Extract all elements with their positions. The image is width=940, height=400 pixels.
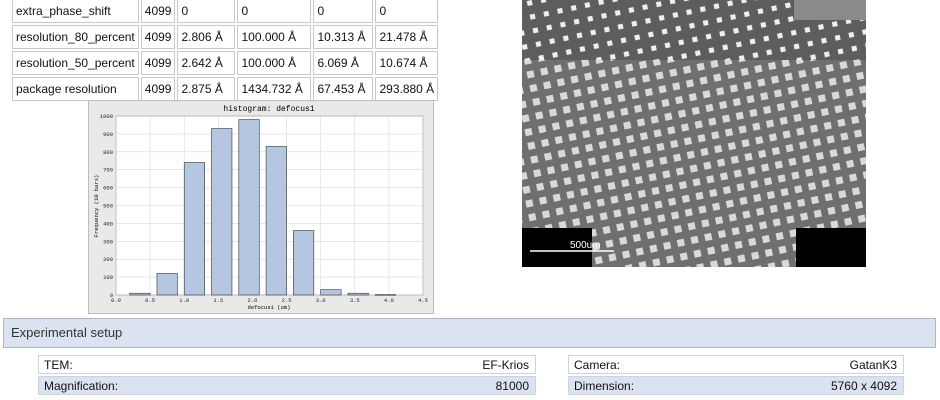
setup-label: Camera: <box>574 358 621 372</box>
row-max: 0 <box>237 0 312 23</box>
y-axis-label: Frequency (10 bars) <box>93 175 100 238</box>
row-mean: 67.453 Å <box>313 77 374 101</box>
y-tick-label: 100 <box>103 274 113 281</box>
x-tick-label: 3.5 <box>350 297 360 304</box>
y-tick-label: 1000 <box>100 113 113 120</box>
y-tick-label: 500 <box>103 203 113 210</box>
histogram-bar <box>238 119 260 296</box>
setup-value: EF-Krios <box>482 358 529 372</box>
setup-value: 81000 <box>495 379 529 393</box>
y-tick-label: 400 <box>103 220 113 227</box>
row-std: 10.674 Å <box>375 51 439 75</box>
row-count: 4099 <box>140 25 176 49</box>
y-tick-label: 900 <box>103 131 113 138</box>
histogram-bar <box>374 294 397 296</box>
setup-left-column: TEM: EF-Krios Magnification: 81000 <box>38 355 536 397</box>
setup-row: TEM: EF-Krios <box>38 355 536 374</box>
histogram-bar <box>320 289 342 296</box>
histogram-bar <box>129 292 151 296</box>
micrograph-svg: 500um <box>522 0 866 267</box>
y-tick-labels: 0 100 200 300 400 500 600 700 800 900 1000 <box>100 113 113 299</box>
x-tick-label: 4.5 <box>418 297 428 304</box>
section-header[interactable]: Experimental setup <box>3 318 936 348</box>
row-min: 2.642 Å <box>177 51 236 75</box>
histogram-bar <box>265 146 287 296</box>
chart-title: histogram: defocus1 <box>223 105 314 114</box>
row-max: 1434.732 Å <box>237 77 312 101</box>
y-tick-label: 200 <box>103 256 113 263</box>
histogram-svg: histogram: defocus1 defocus1 (um) Freque… <box>93 105 428 311</box>
row-min: 2.806 Å <box>177 25 236 49</box>
x-tick-label: 1.5 <box>213 297 223 304</box>
table-row: resolution_80_percent 4099 2.806 Å 100.0… <box>12 25 439 49</box>
x-tick-label: 2.5 <box>282 297 292 304</box>
row-min: 2.875 Å <box>177 77 236 101</box>
setup-row: Magnification: 81000 <box>38 376 536 395</box>
x-tick-label: 1.0 <box>179 297 189 304</box>
section-title: Experimental setup <box>11 325 123 340</box>
row-label: resolution_50_percent <box>12 51 139 75</box>
row-min: 0 <box>177 0 236 23</box>
setup-right-column: Camera: GatanK3 Dimension: 5760 x 4092 <box>568 355 904 397</box>
scale-bar-label: 500um <box>570 240 601 251</box>
y-tick-label: 600 <box>103 185 113 192</box>
y-tick-label: 800 <box>103 149 113 156</box>
bright-corner <box>794 0 866 20</box>
setup-label: Dimension: <box>574 379 635 393</box>
x-axis-label: defocus1 (um) <box>248 304 291 311</box>
histogram-bar <box>183 162 205 296</box>
micrograph-image[interactable]: 500um <box>522 0 866 267</box>
row-max: 100.000 Å <box>237 51 312 75</box>
y-tick-label: 300 <box>103 238 113 245</box>
x-tick-label: 3.0 <box>316 297 326 304</box>
table-row: extra_phase_shift 4099 0 0 0 0 <box>12 0 439 23</box>
setup-value: 5760 x 4092 <box>830 379 897 393</box>
x-tick-label: 4.0 <box>384 297 394 304</box>
setup-row: Dimension: 5760 x 4092 <box>568 376 904 395</box>
y-tick-label: 0 <box>110 292 113 299</box>
histogram-bar <box>347 292 369 296</box>
defocus-histogram[interactable]: histogram: defocus1 defocus1 (um) Freque… <box>88 100 434 314</box>
setup-value: GatanK3 <box>849 358 897 372</box>
setup-label: TEM: <box>44 358 73 372</box>
histogram-bar <box>211 128 233 296</box>
corner-mask-right <box>796 228 866 267</box>
row-std: 293.880 Å <box>375 77 439 101</box>
x-tick-labels: 0.0 0.5 1.0 1.5 2.0 2.5 3.0 3.5 4.0 4.5 <box>111 297 428 304</box>
x-tick-label: 0.5 <box>145 297 155 304</box>
setup-row: Camera: GatanK3 <box>568 355 904 374</box>
row-label: package resolution <box>12 77 139 101</box>
row-count: 4099 <box>140 0 176 23</box>
row-count: 4099 <box>140 77 176 101</box>
setup-label: Magnification: <box>44 379 119 393</box>
y-tick-label: 700 <box>103 167 113 174</box>
x-tick-label: 2.0 <box>247 297 257 304</box>
row-count: 4099 <box>140 51 176 75</box>
row-mean: 6.069 Å <box>313 51 374 75</box>
stats-table: extra_phase_shift 4099 0 0 0 0 resolutio… <box>10 0 440 103</box>
row-std: 0 <box>375 0 439 23</box>
row-max: 100.000 Å <box>237 25 312 49</box>
row-std: 21.478 Å <box>375 25 439 49</box>
stats-table-body: extra_phase_shift 4099 0 0 0 0 resolutio… <box>12 0 439 101</box>
histogram-bar <box>156 273 178 296</box>
row-mean: 10.313 Å <box>313 25 374 49</box>
row-mean: 0 <box>313 0 374 23</box>
grid-square-tile <box>592 228 796 267</box>
histogram-bar <box>293 230 315 296</box>
table-row: package resolution 4099 2.875 Å 1434.732… <box>12 77 439 101</box>
row-label: extra_phase_shift <box>12 0 139 23</box>
table-row: resolution_50_percent 4099 2.642 Å 100.0… <box>12 51 439 75</box>
row-label: resolution_80_percent <box>12 25 139 49</box>
